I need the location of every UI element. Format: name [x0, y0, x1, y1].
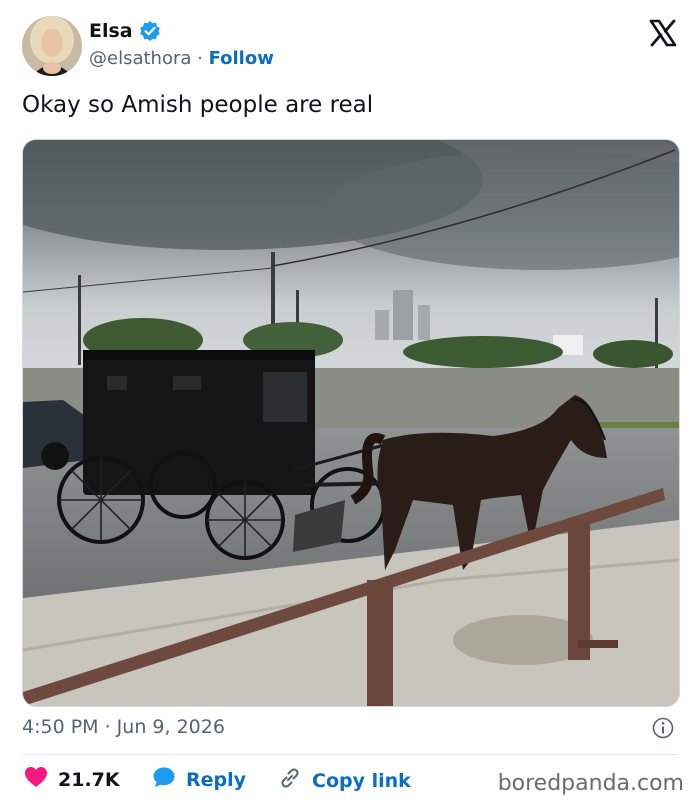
- handle-row: @elsathora · Follow: [89, 48, 274, 69]
- author-handle[interactable]: @elsathora: [89, 48, 191, 69]
- verified-badge-icon: [139, 20, 161, 42]
- heart-icon: [24, 766, 48, 793]
- tweet-header: Elsa @elsathora · Follow: [22, 16, 682, 78]
- link-icon: [278, 766, 302, 795]
- like-count: 21.7K: [58, 768, 120, 791]
- copy-link-button[interactable]: Copy link: [278, 766, 411, 795]
- reply-bubble-icon: [152, 766, 176, 793]
- follow-button[interactable]: Follow: [209, 48, 274, 69]
- info-icon[interactable]: [652, 717, 674, 739]
- copy-link-label: Copy link: [312, 769, 411, 792]
- tweet-photo[interactable]: [22, 139, 680, 707]
- tweet-timestamp[interactable]: 4:50 PM · Jun 9, 2026: [22, 716, 225, 738]
- like-button[interactable]: 21.7K: [24, 766, 120, 793]
- divider: [22, 754, 678, 755]
- author-name-row: Elsa: [89, 20, 161, 42]
- author-name[interactable]: Elsa: [89, 20, 133, 42]
- x-logo-icon[interactable]: [648, 18, 678, 48]
- tweet-text: Okay so Amish people are real: [22, 92, 374, 118]
- handle-separator: ·: [191, 48, 209, 69]
- reply-label: Reply: [186, 768, 247, 791]
- watermark: boredpanda.com: [497, 771, 684, 796]
- avatar[interactable]: [22, 16, 82, 76]
- reply-button[interactable]: Reply: [152, 766, 246, 793]
